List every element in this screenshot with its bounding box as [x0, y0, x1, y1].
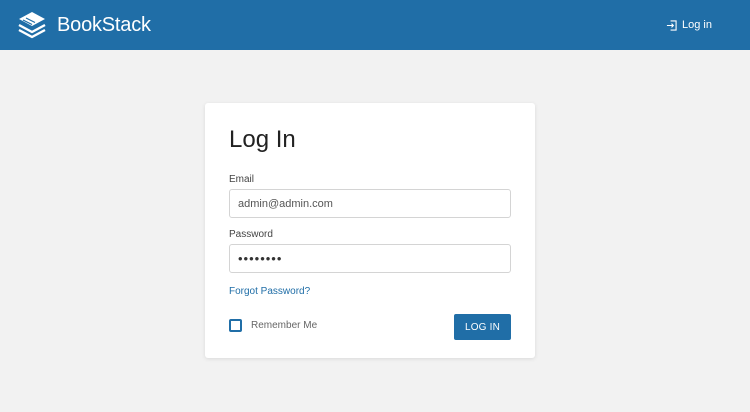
- forgot-password-link[interactable]: Forgot Password?: [229, 286, 310, 297]
- password-label: Password: [229, 229, 273, 240]
- page-title: Log In: [229, 126, 296, 153]
- email-field[interactable]: [229, 189, 511, 218]
- remember-me-checkbox[interactable]: [229, 319, 242, 332]
- app-logo-link[interactable]: BookStack: [16, 10, 151, 40]
- login-card: Log In Email Password Forgot Password? R…: [205, 103, 535, 358]
- login-arrow-icon: [666, 19, 677, 31]
- app-name: BookStack: [57, 13, 151, 36]
- header-login-label: Log in: [682, 19, 712, 31]
- password-field[interactable]: [229, 244, 511, 273]
- header-login-link[interactable]: Log in: [666, 19, 712, 31]
- email-label: Email: [229, 174, 255, 185]
- login-button[interactable]: LOG IN: [454, 314, 511, 340]
- remember-me-label: Remember Me: [251, 320, 318, 331]
- books-stack-icon: [18, 12, 46, 39]
- remember-me-toggle[interactable]: Remember Me: [229, 319, 317, 332]
- top-header: BookStack Log in: [0, 0, 750, 50]
